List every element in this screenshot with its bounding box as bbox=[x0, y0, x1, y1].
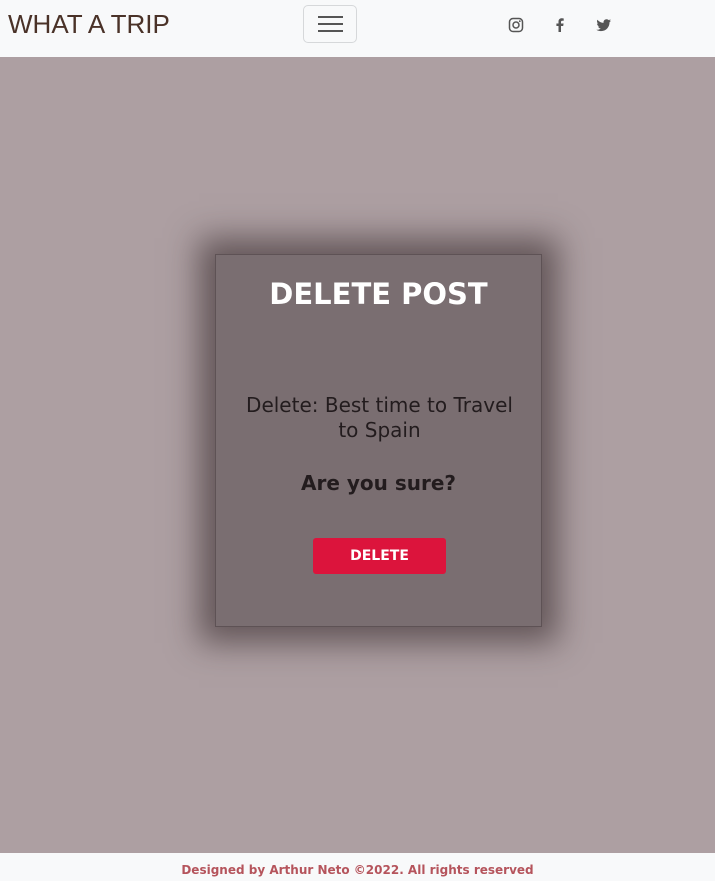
main-content: DELETE POST Delete: Best time to Travel … bbox=[0, 57, 715, 853]
facebook-icon bbox=[551, 16, 569, 34]
facebook-link[interactable] bbox=[551, 16, 569, 34]
instagram-icon bbox=[507, 16, 525, 34]
instagram-link[interactable] bbox=[507, 16, 525, 34]
footer: Designed by Arthur Neto ©2022. All right… bbox=[0, 853, 715, 881]
navbar-toggler-button[interactable] bbox=[303, 5, 357, 43]
delete-post-card: DELETE POST Delete: Best time to Travel … bbox=[215, 254, 542, 627]
brand-logo[interactable]: WHAT A TRIP bbox=[8, 9, 170, 40]
twitter-link[interactable] bbox=[595, 16, 613, 34]
delete-post-text: Delete: Best time to Travel to Spain bbox=[246, 393, 513, 442]
confirm-text: Are you sure? bbox=[300, 471, 457, 495]
twitter-icon bbox=[595, 16, 613, 34]
navbar: WHAT A TRIP bbox=[0, 0, 715, 57]
card-title: DELETE POST bbox=[269, 277, 488, 311]
delete-button[interactable]: DELETE bbox=[313, 538, 446, 574]
footer-copyright: Designed by Arthur Neto ©2022. All right… bbox=[181, 863, 534, 877]
